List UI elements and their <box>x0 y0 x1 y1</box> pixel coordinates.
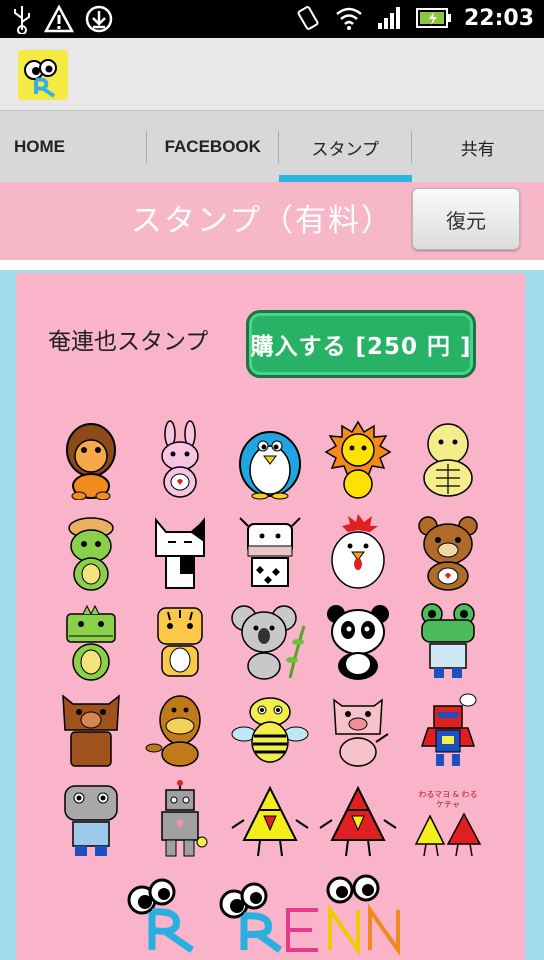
boar-stamp-icon <box>62 694 120 767</box>
cat-stamp-icon <box>155 517 205 589</box>
app-logo-icon[interactable] <box>18 50 68 100</box>
hippo-robot-stamp-icon <box>64 785 118 856</box>
turtle-stamp-icon <box>423 423 473 497</box>
platypus-stamp-icon <box>145 695 201 767</box>
warning-icon <box>44 4 74 33</box>
stamp-caption: わるマヨ & わるケチャ <box>418 790 478 809</box>
vibrate-icon <box>297 6 319 30</box>
tab-home[interactable]: HOME <box>0 111 147 183</box>
signal-icon <box>377 7 400 29</box>
tab-stamps[interactable]: スタンプ <box>279 111 412 183</box>
clock: 22:03 <box>463 5 534 31</box>
robot-hero-stamp-icon <box>420 693 477 766</box>
dinosaur-stamp-icon <box>66 604 116 681</box>
tab-label: FACEBOOK <box>164 137 261 156</box>
koala-stamp-icon <box>231 605 306 680</box>
pig-stamp-icon <box>333 698 389 767</box>
tiger-stamp-icon <box>157 607 203 677</box>
yellow-triangle-character-stamp-icon <box>231 785 309 857</box>
action-bar <box>0 38 544 110</box>
tab-share[interactable]: 共有 <box>412 111 544 183</box>
rabbit-stamp-icon <box>161 420 199 498</box>
monkey-stamp-icon <box>66 423 116 500</box>
bear-stamp-icon <box>418 516 478 591</box>
wifi-icon <box>336 7 362 30</box>
red-triangle-character-stamp-icon <box>319 785 397 857</box>
battery-icon <box>415 8 451 28</box>
divider <box>0 260 544 270</box>
cow-stamp-icon <box>239 517 301 587</box>
tab-facebook[interactable]: FACEBOOK <box>147 111 279 183</box>
stamp-pack-name: 奄連也スタンプ <box>48 329 209 355</box>
panda-stamp-icon <box>327 605 389 680</box>
tab-label: HOME <box>14 137 65 156</box>
kappa-stamp-icon <box>68 517 114 591</box>
page-title: スタンプ（有料） <box>130 203 394 239</box>
tab-bar: HOME FACEBOOK スタンプ 共有 <box>0 110 544 183</box>
bee-stamp-icon <box>231 697 309 763</box>
status-bar: 22:03 <box>0 0 544 38</box>
frog-stamp-icon <box>421 603 475 678</box>
buy-button[interactable]: 購入する [250 円 ] <box>246 310 476 378</box>
download-icon <box>85 5 113 33</box>
tab-label: 共有 <box>460 139 495 160</box>
renn-logo-icon <box>127 874 400 955</box>
tab-label: スタンプ <box>311 139 380 160</box>
penguin-stamp-icon <box>239 431 301 500</box>
usb-icon <box>14 6 30 34</box>
tin-robot-stamp-icon <box>161 780 208 857</box>
stamp-header: スタンプ（有料） 復元 <box>0 182 544 260</box>
rooster-stamp-icon <box>331 514 385 589</box>
restore-button[interactable]: 復元 <box>412 188 520 250</box>
lion-stamp-icon <box>324 420 392 499</box>
